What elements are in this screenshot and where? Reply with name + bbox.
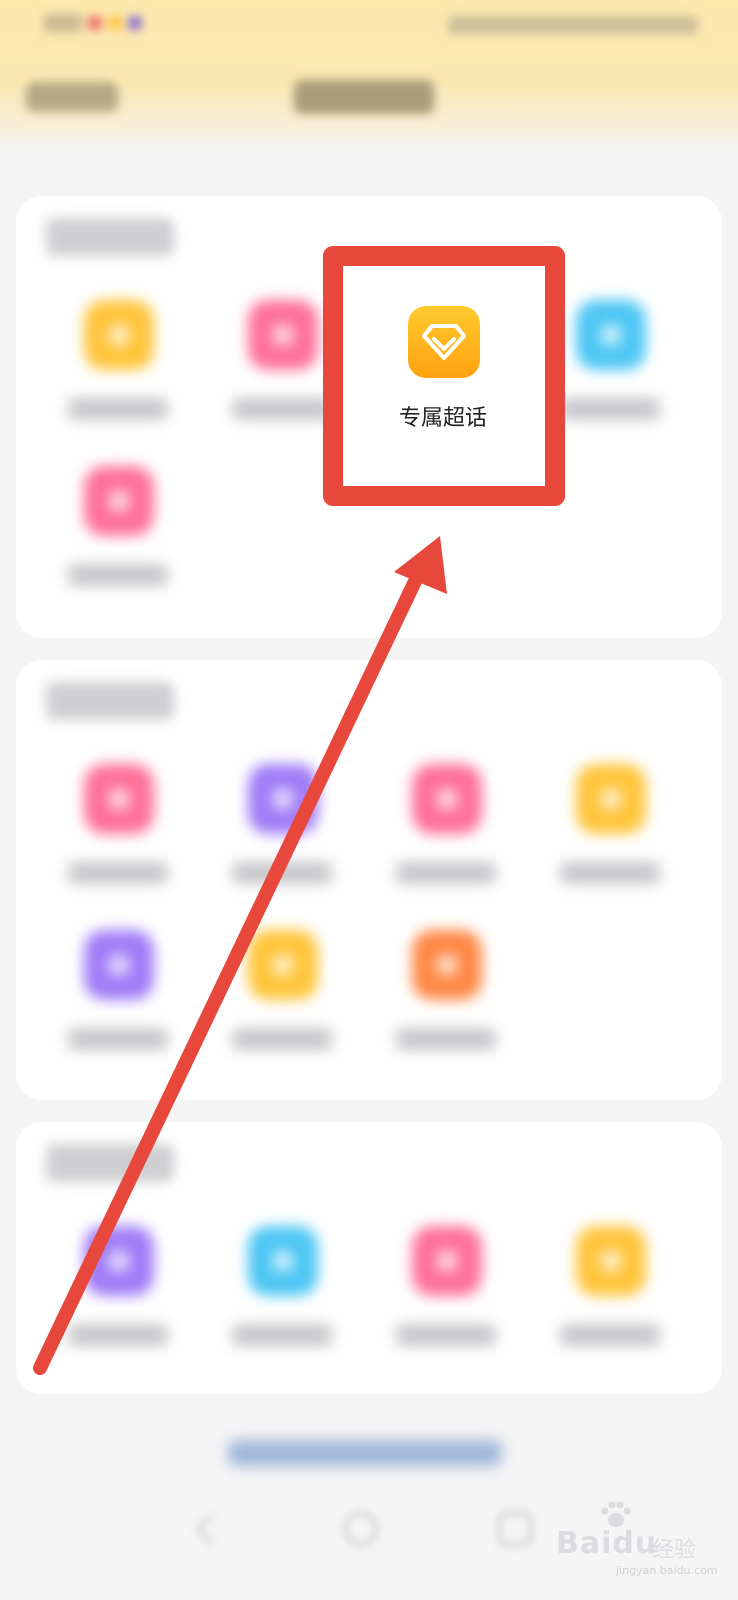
app-icon — [248, 300, 318, 370]
baidu-watermark: Baidu 经验 jingyan.baidu.com — [556, 1500, 726, 1580]
tile-label — [68, 862, 168, 884]
feature-label: 专属超话 — [398, 406, 487, 431]
section-card-3 — [16, 1122, 722, 1394]
watermark-url: jingyan.baidu.com — [616, 1564, 718, 1577]
feature-tile[interactable] — [396, 764, 496, 914]
tile-label — [396, 1028, 496, 1050]
app-icon — [576, 764, 646, 834]
app-icon — [412, 1226, 482, 1296]
feature-tile[interactable] — [396, 1226, 496, 1376]
feature-tile[interactable] — [68, 466, 168, 616]
app-icon — [248, 764, 318, 834]
feature-tile[interactable] — [68, 930, 168, 1080]
watermark-sub: 经验 — [652, 1538, 697, 1563]
feature-tile[interactable] — [560, 764, 660, 914]
section-card-2 — [16, 660, 722, 1100]
footer-link[interactable] — [228, 1440, 502, 1466]
header — [0, 0, 738, 150]
feature-tile[interactable] — [232, 1226, 332, 1376]
feature-tile[interactable] — [68, 764, 168, 914]
nav-home-icon[interactable] — [344, 1512, 378, 1546]
tile-label — [68, 398, 168, 420]
feature-tile[interactable] — [68, 1226, 168, 1376]
feature-tile[interactable] — [232, 930, 332, 1080]
feature-tile[interactable] — [232, 764, 332, 914]
tile-label — [68, 1028, 168, 1050]
notification-icon — [128, 16, 142, 30]
tile-label — [396, 1324, 496, 1346]
app-icon — [84, 764, 154, 834]
feature-tile[interactable] — [68, 300, 168, 450]
tile-label — [232, 398, 332, 420]
feature-tile[interactable] — [396, 930, 496, 1080]
section-title — [46, 682, 174, 720]
app-icon — [412, 930, 482, 1000]
exclusive-supertopic-item[interactable]: 专属超话 — [363, 306, 523, 446]
tile-label — [560, 1324, 660, 1346]
status-bar-right — [448, 16, 698, 34]
notification-icon — [108, 16, 122, 30]
app-icon — [248, 930, 318, 1000]
section-title — [46, 1144, 174, 1182]
feature-tile[interactable] — [560, 300, 660, 450]
feature-tile[interactable] — [232, 300, 332, 450]
app-icon — [576, 300, 646, 370]
app-icon — [84, 300, 154, 370]
carrier-indicator — [44, 14, 82, 32]
app-icon — [84, 930, 154, 1000]
app-icon — [576, 1226, 646, 1296]
diamond-icon[interactable] — [408, 306, 480, 378]
tile-label — [68, 564, 168, 586]
app-icon — [84, 1226, 154, 1296]
nav-back-icon[interactable] — [195, 1513, 227, 1545]
highlight-box: 专属超话 — [323, 246, 565, 506]
tile-label — [232, 1028, 332, 1050]
status-bar-left — [44, 14, 142, 32]
section-title — [46, 218, 174, 256]
back-button[interactable] — [26, 82, 118, 112]
watermark-brand: Baidu — [556, 1526, 658, 1561]
tile-label — [232, 1324, 332, 1346]
app-icon — [412, 764, 482, 834]
nav-recent-icon[interactable] — [498, 1512, 532, 1546]
tile-label — [560, 398, 660, 420]
feature-tile[interactable] — [560, 1226, 660, 1376]
tile-label — [396, 862, 496, 884]
app-icon — [84, 466, 154, 536]
app-icon — [248, 1226, 318, 1296]
tile-label — [560, 862, 660, 884]
page-title — [294, 80, 434, 114]
tile-label — [68, 1324, 168, 1346]
notification-icon — [88, 16, 102, 30]
tile-label — [232, 862, 332, 884]
